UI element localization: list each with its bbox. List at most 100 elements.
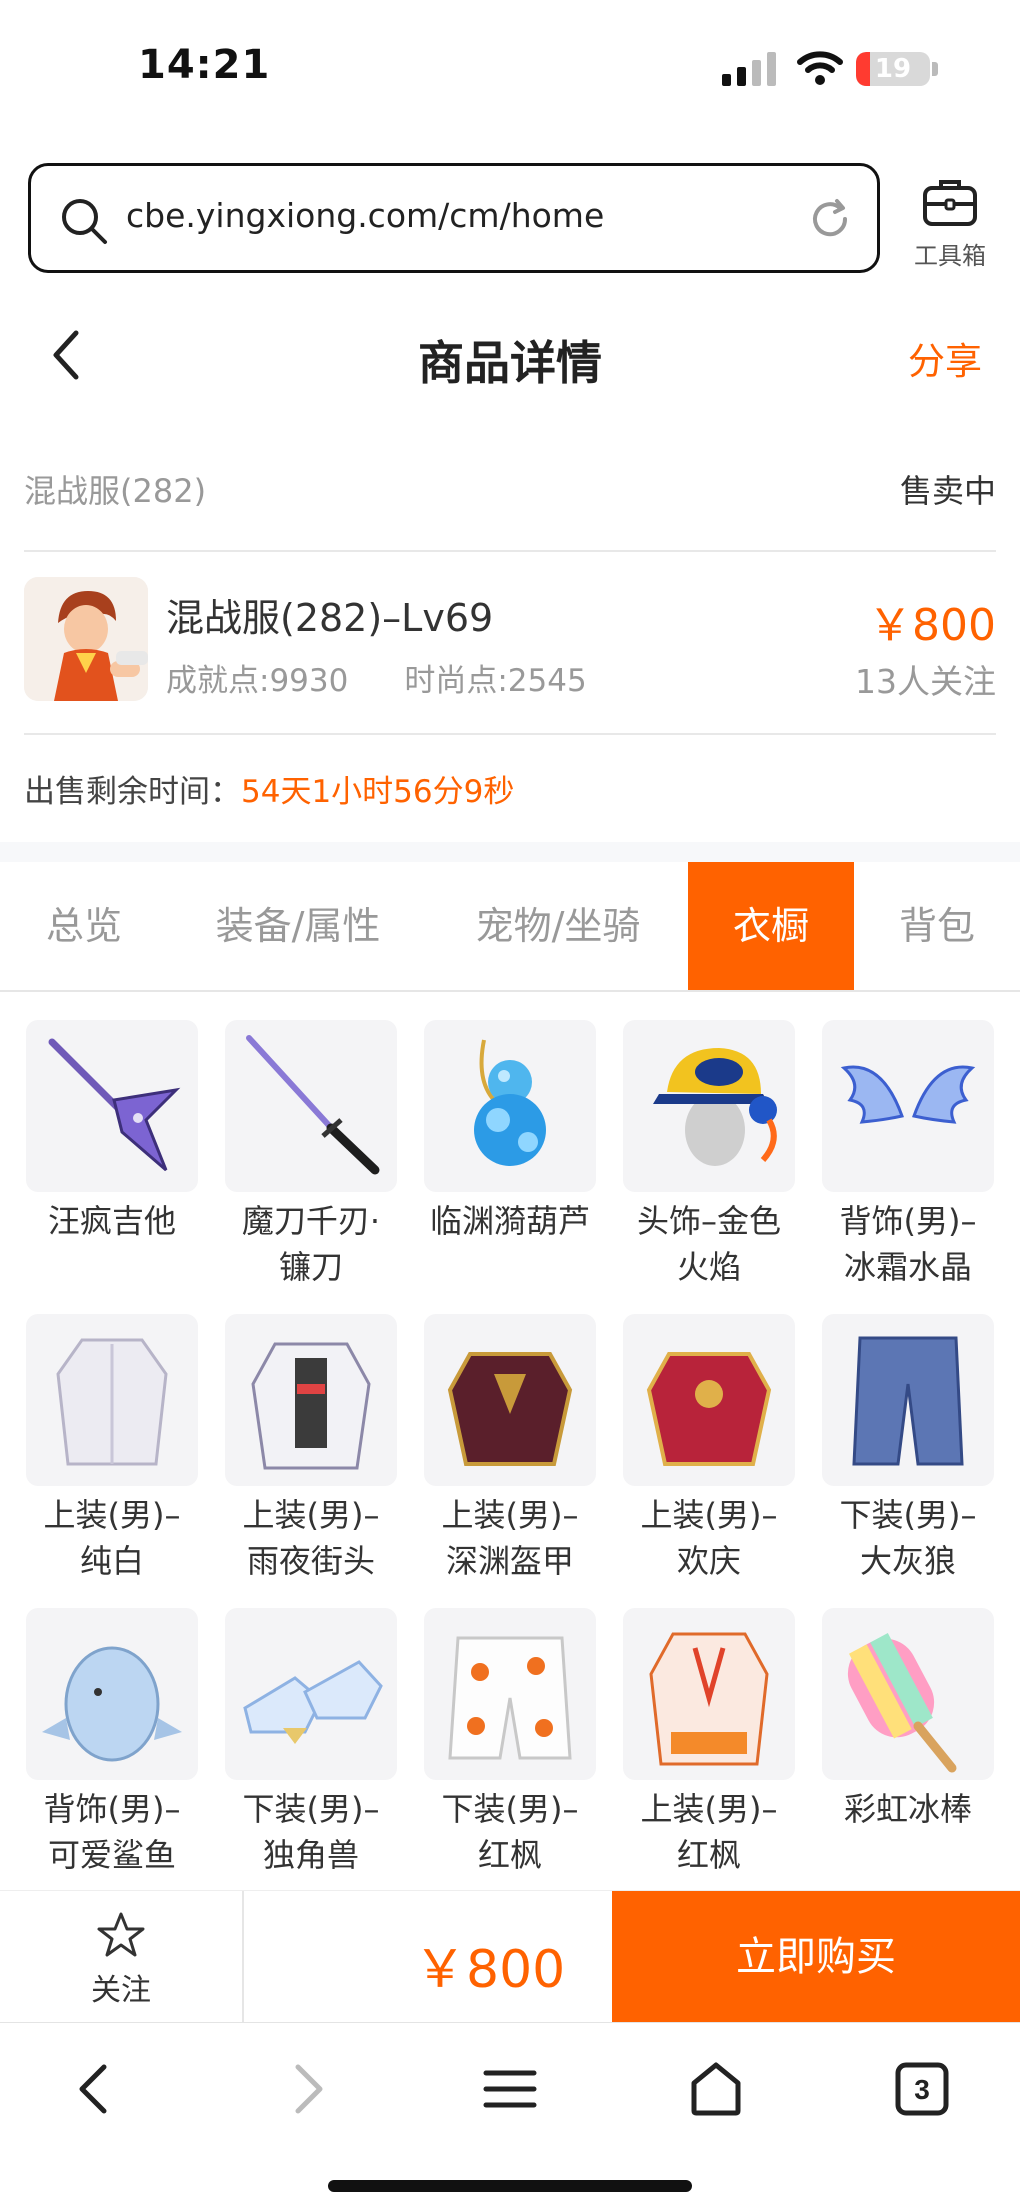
share-button[interactable]: 分享 [908,331,982,385]
countdown-value: 54天1小时56分9秒 [241,774,515,810]
maple-shorts-icon [448,1636,572,1760]
item-summary[interactable]: 混战服(282)–Lv69 成就点:9930 时尚点:2545 ￥800 13人关… [24,555,996,735]
item-price: ￥800 [868,600,996,651]
tab-wardrobe[interactable]: 衣橱 [688,862,854,990]
home-icon[interactable] [686,2059,746,2119]
wardrobe-item-name-2: 深渊盔甲 [445,1542,574,1580]
wardrobe-item-name-2: 大灰狼 [859,1542,956,1580]
wardrobe-item-name-2: 红枫 [676,1836,741,1874]
tab-count: 3 [914,2074,930,2105]
wardrobe-item[interactable]: 下装(男)– 大灰狼 [822,1314,994,1584]
status-time: 14:21 [138,42,271,88]
character-avatar [24,577,148,701]
wardrobe-item-name: 上装(男)– [441,1496,579,1534]
follow-button[interactable]: 关注 [0,1891,244,2023]
wardrobe-item-name: 上装(男)– [242,1496,380,1534]
wardrobe-item[interactable]: 上装(男)– 纯白 [26,1314,198,1584]
url-text[interactable]: cbe.yingxiong.com/cm/home [126,196,604,235]
sale-countdown: 出售剩余时间：54天1小时56分9秒 [24,766,514,811]
wardrobe-item[interactable]: 下装(男)– 独角兽 [225,1608,397,1878]
gourd-icon [474,1039,546,1166]
address-bar[interactable]: cbe.yingxiong.com/cm/home [28,163,880,273]
tabs-icon[interactable]: 3 [892,2059,952,2119]
menu-icon[interactable] [480,2059,540,2119]
pants-icon [852,1336,964,1466]
white-coat-icon [56,1338,168,1466]
wardrobe-item-name-2: 镰刀 [278,1248,343,1286]
toolbox-label: 工具箱 [914,242,986,270]
wardrobe-item-name: 下装(男)– [242,1790,380,1828]
unicorn-boots-icon [243,1660,383,1744]
wardrobe-item[interactable]: 魔刀千刃· 镰刀 [225,1020,397,1290]
countdown-label: 出售剩余时间： [24,774,241,810]
tab-overview[interactable]: 总览 [0,862,168,990]
wardrobe-item-name: 上装(男)– [43,1496,181,1534]
katana-icon [246,1035,380,1175]
guitar-icon [48,1038,181,1172]
page-title: 商品详情 [418,336,602,390]
follow-label: 关注 [91,1973,151,2008]
section-divider [0,842,1020,862]
popsicle-icon [847,1633,957,1773]
wardrobe-item[interactable]: 下装(男)– 红枫 [424,1608,596,1878]
search-icon [62,199,107,244]
wardrobe-item[interactable]: 上装(男)– 深渊盔甲 [424,1314,596,1584]
maple-robe-icon [649,1632,769,1766]
wardrobe-item[interactable]: 背饰(男)– 冰霜水晶 [822,1020,994,1290]
battery-level: 19 [874,54,912,84]
wardrobe-item-name-2: 红枫 [477,1836,542,1874]
red-armor-icon [646,1352,772,1466]
detail-tabs: 总览 装备/属性 宠物/坐骑 衣橱 背包 [0,862,1020,992]
tab-equipment[interactable]: 装备/属性 [190,862,406,990]
wardrobe-item-name: 上装(男)– [640,1496,778,1534]
wardrobe-item-name-2: 欢庆 [676,1542,741,1580]
item-points: 成就点:9930 时尚点:2545 [166,655,643,700]
item-title: 混战服(282)–Lv69 [166,596,494,640]
wardrobe-item[interactable]: 上装(男)– 雨夜街头 [225,1314,397,1584]
buy-now-button[interactable]: 立即购买 [612,1891,1020,2023]
wardrobe-item-name-2: 可爱鲨鱼 [47,1836,176,1874]
wardrobe-item-name: 背饰(男)– [43,1790,181,1828]
purchase-bar: 关注 ￥800 立即购买 [0,1890,1020,2023]
wardrobe-item-name: 临渊漪葫芦 [429,1202,590,1240]
street-jacket-icon [251,1342,371,1470]
toolbox-icon [923,180,977,226]
wardrobe-item-name: 汪疯吉他 [47,1202,176,1240]
shark-icon [42,1646,182,1762]
wardrobe-item[interactable]: 背饰(男)– 可爱鲨鱼 [26,1608,198,1878]
browser-back-icon[interactable] [64,2059,124,2119]
wardrobe-item-name: 魔刀千刃· [241,1202,381,1240]
wardrobe-item[interactable]: 头饰–金色 火焰 [623,1020,795,1290]
server-row: 混战服(282) 售卖中 [24,462,996,552]
wardrobe-item-name: 下装(男)– [441,1790,579,1828]
wifi-icon [797,51,843,85]
wardrobe-item[interactable]: 彩虹冰棒 [822,1608,994,1832]
reload-icon[interactable] [807,196,853,242]
sale-status: 售卖中 [899,472,996,510]
wardrobe-item[interactable]: 上装(男)– 红枫 [623,1608,795,1878]
wardrobe-item[interactable]: 上装(男)– 欢庆 [623,1314,795,1584]
wardrobe-item[interactable]: 汪疯吉他 [26,1020,198,1244]
cap-icon [653,1048,777,1166]
bottom-price: ￥800 [414,1940,566,2000]
follower-count: 13人关注 [855,662,996,701]
wings-icon [840,1065,976,1124]
battery-cap [932,62,938,76]
wardrobe-item[interactable]: 临渊漪葫芦 [424,1020,596,1244]
star-icon [97,1912,145,1957]
browser-forward-icon[interactable] [278,2059,338,2119]
toolbox-button[interactable]: 工具箱 [900,176,1000,276]
wardrobe-item-name-2: 纯白 [79,1542,144,1580]
achievement-points: 成就点:9930 [166,663,349,699]
wardrobe-item-name: 头饰–金色 [636,1202,781,1240]
fashion-points: 时尚点:2545 [404,663,587,699]
wardrobe-item-name: 背饰(男)– [839,1202,977,1240]
wardrobe-item-name: 上装(男)– [640,1790,778,1828]
wardrobe-item-name-2: 冰霜水晶 [843,1248,972,1286]
home-indicator[interactable] [328,2180,692,2192]
status-bar: 14:21 19 [0,0,1020,140]
server-name: 混战服(282) [24,472,207,510]
character-icon [24,577,148,701]
tab-pets-mounts[interactable]: 宠物/坐骑 [448,862,668,990]
tab-backpack[interactable]: 背包 [870,862,1004,990]
